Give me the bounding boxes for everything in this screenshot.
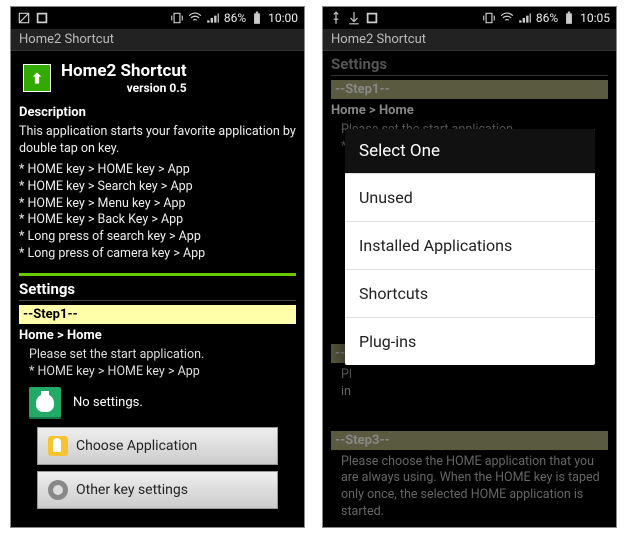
nfc-off-icon: [17, 11, 31, 25]
other-key-settings-label: Other key settings: [76, 482, 188, 498]
wifi-icon: [188, 11, 202, 25]
other-key-settings-button[interactable]: Other key settings: [37, 471, 278, 509]
screenshot-icon: [365, 11, 379, 25]
screenshot-icon: [35, 11, 49, 25]
window-title: Home2 Shortcut: [323, 29, 616, 51]
choose-application-button[interactable]: Choose Application: [37, 427, 278, 465]
status-bar: 86% 10:00: [11, 7, 304, 29]
current-app-row: No settings.: [29, 387, 296, 419]
content-area: Home2 Shortcut version 0.5 Description T…: [11, 51, 304, 519]
dialog-option-shortcuts[interactable]: Shortcuts: [345, 269, 595, 317]
screenshot-right: 86% 10:05 Home2 Shortcut Settings --Step…: [322, 6, 617, 528]
window-title: Home2 Shortcut: [11, 29, 304, 51]
status-bar: 86% 10:05: [323, 7, 616, 29]
current-app-label: No settings.: [73, 395, 143, 410]
clock: 10:00: [268, 11, 298, 25]
android-icon: [29, 387, 61, 419]
vibrate-icon: [482, 11, 496, 25]
settings-heading: Settings: [19, 280, 296, 301]
app-icon: [23, 64, 51, 92]
settings-heading: Settings: [331, 55, 608, 76]
dialog-option-plugins[interactable]: Plug-ins: [345, 317, 595, 365]
step1-note: Please set the start application. * HOME…: [19, 347, 296, 381]
description-body: This application starts your favorite ap…: [19, 124, 296, 158]
step1-breadcrumb: Home > Home: [19, 328, 296, 343]
dialog-title: Select One: [345, 129, 595, 173]
dialog-option-unused[interactable]: Unused: [345, 173, 595, 221]
app-version: version 0.5: [61, 81, 187, 95]
dialog-option-installed-applications[interactable]: Installed Applications: [345, 221, 595, 269]
battery-icon: [250, 11, 264, 25]
step3-note: Please choose the HOME application that …: [331, 454, 608, 522]
hand-pointer-icon: [48, 436, 68, 456]
step1-breadcrumb: Home > Home: [331, 103, 608, 118]
description-heading: Description: [19, 105, 296, 120]
step1-banner: --Step1--: [19, 305, 296, 324]
description-list: * HOME key > HOME key > App * HOME key >…: [19, 162, 296, 263]
clock: 10:05: [580, 11, 610, 25]
vibrate-icon: [170, 11, 184, 25]
download-icon: [347, 11, 361, 25]
signal-icon: [518, 11, 532, 25]
divider: [19, 273, 296, 276]
battery-icon: [562, 11, 576, 25]
wifi-icon: [500, 11, 514, 25]
battery-percent: 86%: [536, 11, 558, 25]
usb-icon: [329, 11, 343, 25]
android-icon: [341, 527, 373, 528]
select-one-dialog: Select One Unused Installed Applications…: [345, 129, 595, 365]
step1-banner: --Step1--: [331, 80, 608, 99]
signal-icon: [206, 11, 220, 25]
battery-percent: 86%: [224, 11, 246, 25]
step3-banner: --Step3--: [331, 431, 608, 450]
choose-application-label: Choose Application: [76, 438, 197, 454]
screenshot-left: 86% 10:00 Home2 Shortcut Home2 Shortcut …: [10, 6, 305, 528]
gear-icon: [48, 480, 68, 500]
app-title: Home2 Shortcut: [61, 61, 187, 81]
step2-note-partial: Pl in: [331, 367, 608, 401]
